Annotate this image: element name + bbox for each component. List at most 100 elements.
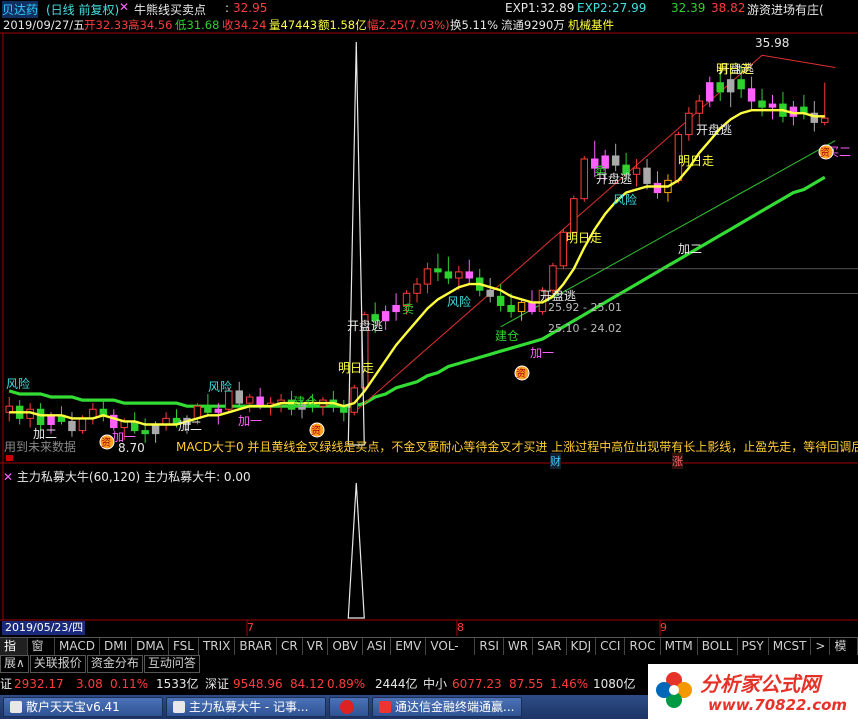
extra-value-1: 32.39 xyxy=(671,1,706,15)
high-price-label: 35.98 xyxy=(755,36,789,50)
signal-build: 建仓 xyxy=(293,395,317,409)
extra-value-2: 38.82 xyxy=(711,1,746,15)
tab-emv[interactable]: EMV xyxy=(391,638,427,655)
candle-body xyxy=(235,390,243,404)
tab-indicator[interactable]: 指标 xyxy=(0,638,28,670)
candle-body xyxy=(726,79,735,93)
candle-body xyxy=(496,295,505,306)
event-cai[interactable]: 财 xyxy=(550,453,561,469)
signal-add-two: 加二 xyxy=(178,419,202,433)
tab-mcst[interactable]: MCST xyxy=(769,638,812,655)
indicator-tab-bar: 指标 窗口 MACD DMI DMA FSL TRIX BRAR CR VR O… xyxy=(0,637,858,670)
tab-cr[interactable]: CR xyxy=(277,638,303,655)
tab-sar[interactable]: SAR xyxy=(533,638,567,655)
tab-template[interactable]: 模板 xyxy=(830,638,858,670)
candle-body xyxy=(444,271,453,279)
signal-tomorrow-go: 明日走 xyxy=(566,231,602,245)
signal-risk: 风险 xyxy=(208,379,232,394)
related-quotes-tab[interactable]: 关联报价 xyxy=(29,655,86,673)
indicator-value: 主力私募大牛: 0.00 xyxy=(144,470,251,484)
kline-chart[interactable]: 风险 风险风险风险加二加二加二加一加一加一买二卖卖开盘逃开盘逃开盘逃开盘逃开盘逃明… xyxy=(0,0,858,640)
signal-risk: 风险 xyxy=(613,192,637,207)
tab-macd[interactable]: MACD xyxy=(55,638,101,655)
tab-brar[interactable]: BRAR xyxy=(235,638,278,655)
candle-body xyxy=(381,311,390,322)
flower-logo-icon xyxy=(656,672,692,708)
taskbar-app-1[interactable]: 散户天天宝v6.41 xyxy=(3,697,163,717)
tab-rsi[interactable]: RSI xyxy=(475,638,504,655)
tab-boll[interactable]: BOLL xyxy=(698,638,738,655)
signal-tomorrow-go: 明日走 xyxy=(678,154,714,168)
tab-wr[interactable]: WR xyxy=(504,638,534,655)
tab-dma[interactable]: DMA xyxy=(132,638,169,655)
zx-index[interactable]: 6077.23 xyxy=(452,674,502,694)
tab-fsl[interactable]: FSL xyxy=(169,638,199,655)
candle-body xyxy=(36,408,45,425)
tab-cci[interactable]: CCI xyxy=(596,638,626,655)
tab-asi[interactable]: ASI xyxy=(363,638,392,655)
quote-date: 2019/09/27/五 xyxy=(3,18,85,32)
indicator-close-icon[interactable]: ✕ xyxy=(3,470,13,484)
fund-distribution-tab[interactable]: 资金分布 xyxy=(86,655,143,673)
money-bag-icon-label: 资 xyxy=(311,425,321,437)
taskbar-app-4[interactable]: 通达信金融终端通赢... xyxy=(372,697,522,717)
candle-body xyxy=(214,408,223,413)
low-price-label: 8.70 xyxy=(118,441,145,455)
candle-body xyxy=(434,268,442,273)
interactive-qa-tab[interactable]: 互动问答 xyxy=(143,655,200,673)
exp2-value: 27.99 xyxy=(612,1,647,15)
tab-trix[interactable]: TRIX xyxy=(199,638,236,655)
candle-body xyxy=(643,167,651,184)
tab-vol-tdx[interactable]: VOL-TDX xyxy=(426,638,476,670)
indicator-spike xyxy=(347,482,365,619)
candle-body xyxy=(653,182,662,194)
tab-window[interactable]: 窗口 xyxy=(28,638,56,670)
candle-body xyxy=(716,82,724,93)
tab-vr[interactable]: VR xyxy=(303,638,329,655)
tab-roc[interactable]: ROC xyxy=(625,638,661,655)
candle-body xyxy=(507,304,515,313)
signal-open-escape: 开盘逃 xyxy=(696,122,732,137)
candle-body xyxy=(768,103,777,108)
signal-risk: 风险 xyxy=(6,376,30,391)
candle-body xyxy=(68,420,76,432)
stock-name[interactable]: 贝达药 xyxy=(2,1,39,18)
candle-body xyxy=(706,82,714,102)
formula-value: 32.95 xyxy=(233,1,268,15)
tdx-icon xyxy=(379,701,391,713)
tab-obv[interactable]: OBV xyxy=(328,638,363,655)
sh-index[interactable]: 2932.17 xyxy=(14,674,64,694)
candle-body xyxy=(47,414,55,425)
candle-body xyxy=(611,155,620,166)
candle-body xyxy=(204,405,212,413)
tab-psy[interactable]: PSY xyxy=(738,638,769,655)
tab-mtm[interactable]: MTM xyxy=(661,638,698,655)
candle-body xyxy=(528,301,536,313)
taskbar-app-2[interactable]: 主力私募大牛 - 记事... xyxy=(166,697,326,717)
chart-header: 贝达药 (日线 前复权) ✕ 牛熊线买卖点 : 32.95 EXP1: 32.8… xyxy=(2,0,824,18)
close-icon[interactable]: ✕ xyxy=(119,0,129,14)
expand-tab[interactable]: 展∧ xyxy=(0,655,29,673)
taskbar-app-3[interactable] xyxy=(329,697,369,717)
candle-body xyxy=(413,283,421,294)
candle-body xyxy=(580,158,589,200)
signal-open-escape: 开盘逃 xyxy=(596,171,632,186)
tab-kdj[interactable]: KDJ xyxy=(567,638,597,655)
sz-index[interactable]: 9548.96 xyxy=(233,674,283,694)
signal-tomorrow-go: 明日走 xyxy=(338,361,374,375)
notepad-icon xyxy=(173,701,185,713)
watermark-logo: 分析家公式网 www.70822.com xyxy=(648,664,858,719)
candle-body xyxy=(465,271,474,279)
candle-body xyxy=(737,79,745,90)
signal-add-one: 加一 xyxy=(238,414,262,428)
candle-body xyxy=(747,88,756,102)
event-zhang[interactable]: 涨 xyxy=(672,453,683,469)
candle-body xyxy=(685,112,693,136)
candle-body xyxy=(256,396,264,407)
tab-more[interactable]: > xyxy=(811,638,831,655)
tab-dmi[interactable]: DMI xyxy=(100,638,133,655)
candle-body xyxy=(486,289,494,297)
quote-line: 2019/09/27/五 开32.33 高34.56 低31.68 收34.24… xyxy=(3,18,614,32)
candle-body xyxy=(821,117,829,123)
candle-body xyxy=(78,417,87,432)
